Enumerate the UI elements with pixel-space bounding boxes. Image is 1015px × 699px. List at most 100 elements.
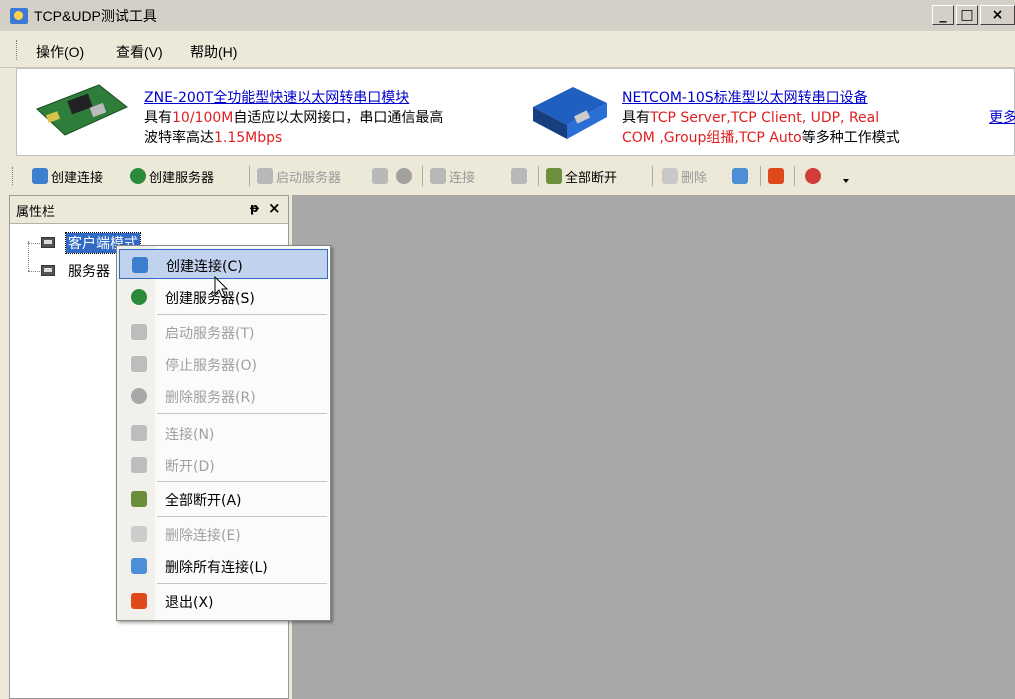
exit-toolbar-button[interactable] xyxy=(768,166,784,186)
delete-server-icon xyxy=(131,388,147,404)
ad-link-netcom[interactable]: NETCOM-10S标准型以太网转串口设备 xyxy=(622,87,868,107)
delete-connection-icon xyxy=(662,168,678,184)
pin-icon[interactable]: ᵽ xyxy=(250,201,259,215)
ctx-delete-all-connections[interactable]: 删除所有连接(L) xyxy=(119,551,328,581)
network-icon xyxy=(805,168,821,184)
create-server-icon xyxy=(130,168,146,184)
delete-server-toolbar-button[interactable] xyxy=(396,166,412,186)
ctx-delete-connection[interactable]: 删除连接(E) xyxy=(119,519,328,549)
start-server-toolbar-button[interactable]: 启动服务器 xyxy=(257,166,341,186)
disconnect-icon xyxy=(131,457,147,473)
create-server-label: 创建服务器 xyxy=(149,170,215,186)
toolbar-separator xyxy=(538,166,539,186)
ctx-label: 断开(D) xyxy=(165,459,215,475)
menu-separator xyxy=(157,413,327,414)
disconnect-icon xyxy=(511,168,527,184)
ctx-disconnect-all[interactable]: 全部断开(A) xyxy=(119,484,328,514)
ctx-label: 删除所有连接(L) xyxy=(165,560,268,576)
tree-connector xyxy=(28,271,40,272)
ctx-delete-server[interactable]: 删除服务器(R) xyxy=(119,381,328,411)
tree-connector xyxy=(28,243,40,244)
stop-server-icon xyxy=(372,168,388,184)
delete-connection-toolbar-button[interactable]: 删除 xyxy=(662,166,707,186)
create-server-toolbar-button[interactable]: 创建服务器 xyxy=(130,166,214,186)
workspace-area xyxy=(292,195,1015,699)
extra-toolbar-button[interactable] xyxy=(805,166,821,186)
disconnect-all-toolbar-button[interactable]: 全部断开 xyxy=(546,166,617,186)
menu-bar: 操作(O) 查看(V) 帮助(H) xyxy=(0,31,1015,68)
menu-separator xyxy=(157,314,327,315)
menu-separator xyxy=(157,481,327,482)
delete-label: 删除 xyxy=(681,170,708,186)
stop-server-icon xyxy=(131,356,147,372)
menu-view[interactable]: 查看(V) xyxy=(116,42,163,62)
chevron-down-icon xyxy=(843,179,849,183)
connect-icon xyxy=(430,168,446,184)
close-button[interactable]: × xyxy=(980,5,1015,25)
menu-separator xyxy=(157,516,327,517)
ctx-exit[interactable]: 退出(X) xyxy=(119,586,328,616)
ad-banner: ZNE-200T全功能型快速以太网转串口模块 具有10/100M自适应以太网接口… xyxy=(16,68,1015,156)
ctx-label: 删除服务器(R) xyxy=(165,390,256,406)
create-connection-toolbar-button[interactable]: 创建连接 xyxy=(32,166,103,186)
ctx-create-connection[interactable]: 创建连接(C) xyxy=(119,249,328,279)
tree-connector xyxy=(28,241,29,271)
ad-right-line2: COM ,Group组播,TCP Auto等多种工作模式 xyxy=(622,130,900,146)
disconnect-toolbar-button[interactable] xyxy=(511,166,527,186)
disconnect-all-icon xyxy=(546,168,562,184)
delete-all-connections-icon xyxy=(732,168,748,184)
toolbar-separator xyxy=(422,166,423,186)
ctx-label: 启动服务器(T) xyxy=(165,326,255,342)
disconnect-all-icon xyxy=(131,491,147,507)
menu-separator xyxy=(157,583,327,584)
title-bar: TCP&UDP测试工具 _ □ × xyxy=(0,0,1015,31)
connect-icon xyxy=(131,425,147,441)
menu-operate[interactable]: 操作(O) xyxy=(36,42,84,62)
ctx-label: 创建服务器(S) xyxy=(165,291,255,307)
delete-connection-icon xyxy=(131,526,147,542)
delete-server-icon xyxy=(396,168,412,184)
minimize-button[interactable]: _ xyxy=(932,5,954,25)
ctx-start-server[interactable]: 启动服务器(T) xyxy=(119,317,328,347)
ctx-label: 全部断开(A) xyxy=(165,493,242,509)
start-server-label: 启动服务器 xyxy=(276,170,342,186)
ctx-label: 连接(N) xyxy=(165,427,215,443)
ad-left-line2: 波特率高达1.15Mbps xyxy=(144,130,283,146)
create-connection-icon xyxy=(32,168,48,184)
connect-toolbar-button[interactable]: 连接 xyxy=(430,166,475,186)
toolbar-separator xyxy=(794,166,795,186)
stop-server-toolbar-button[interactable] xyxy=(372,166,388,186)
menubar-grip xyxy=(16,40,19,60)
ctx-label: 删除连接(E) xyxy=(165,528,241,544)
toolbar-separator xyxy=(249,166,250,186)
ctx-disconnect[interactable]: 断开(D) xyxy=(119,450,328,480)
delete-all-connections-toolbar-button[interactable] xyxy=(732,166,748,186)
toolbar-separator xyxy=(652,166,653,186)
ctx-label: 停止服务器(O) xyxy=(165,358,257,374)
ctx-connect[interactable]: 连接(N) xyxy=(119,418,328,448)
toolbar-overflow-button[interactable] xyxy=(843,166,849,186)
netcom-device-image xyxy=(533,87,607,139)
ctx-label: 创建连接(C) xyxy=(166,259,243,275)
create-connection-label: 创建连接 xyxy=(51,170,104,186)
panel-header: 属性栏 ᵽ × xyxy=(10,196,288,224)
ad-more-link[interactable]: 更多 xyxy=(989,107,1015,127)
maximize-button[interactable]: □ xyxy=(956,5,978,25)
exit-icon xyxy=(768,168,784,184)
menu-help[interactable]: 帮助(H) xyxy=(190,42,237,62)
zne-module-image xyxy=(36,84,128,136)
exit-icon xyxy=(131,593,147,609)
ctx-label: 退出(X) xyxy=(165,595,214,611)
tree-item-server[interactable]: 服务器 xyxy=(66,261,112,281)
mouse-cursor-icon xyxy=(214,276,229,298)
panel-close-button[interactable]: × xyxy=(268,199,281,217)
window-title: TCP&UDP测试工具 xyxy=(34,8,157,24)
delete-all-connections-icon xyxy=(131,558,147,574)
ctx-stop-server[interactable]: 停止服务器(O) xyxy=(119,349,328,379)
toolbar-separator xyxy=(760,166,761,186)
ad-right-line1: 具有TCP Server,TCP Client, UDP, Real xyxy=(622,110,880,126)
create-connection-icon xyxy=(132,257,148,273)
ad-link-zne[interactable]: ZNE-200T全功能型快速以太网转串口模块 xyxy=(144,87,409,107)
server-node-icon xyxy=(41,265,55,276)
toolbar-grip xyxy=(12,167,15,185)
